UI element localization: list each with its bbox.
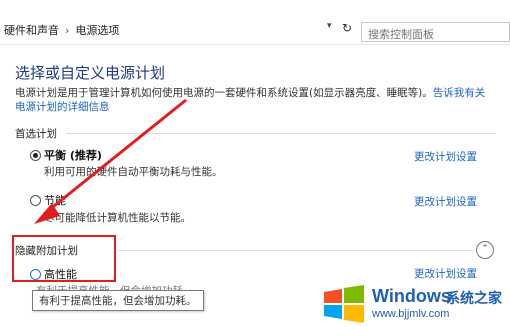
watermark-url: www.bjjmlv.com — [372, 308, 450, 320]
watermark-site-name: 系统之家 — [446, 291, 502, 307]
watermark-brand: Windows — [372, 286, 451, 306]
tooltip: 有利于提高性能，但会增加功耗。 — [32, 290, 204, 311]
